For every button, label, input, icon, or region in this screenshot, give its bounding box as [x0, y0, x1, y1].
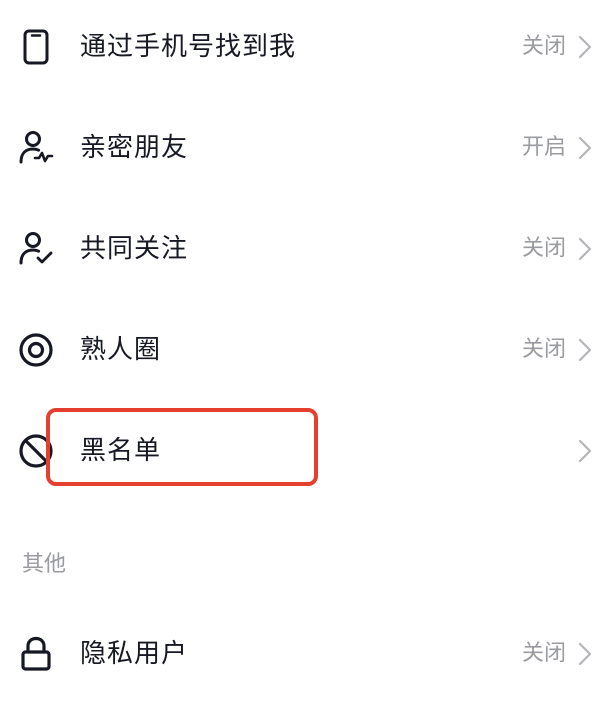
- row-status-value: 关闭: [521, 337, 566, 362]
- phone-icon: [18, 29, 54, 65]
- row-label: 黑名单: [80, 436, 162, 466]
- block-icon: [18, 433, 54, 469]
- chevron-right-icon: [574, 337, 596, 363]
- chevron-right-icon: [574, 438, 596, 464]
- settings-row-find-by-phone[interactable]: 通过手机号找到我 关闭: [0, 0, 606, 97]
- settings-row-private-user[interactable]: 隐私用户 关闭: [0, 604, 606, 704]
- chevron-right-icon: [574, 34, 596, 60]
- chevron-right-icon: [574, 641, 596, 667]
- row-label: 通过手机号找到我: [80, 32, 297, 62]
- row-status-value: 关闭: [521, 34, 566, 59]
- chevron-right-icon: [574, 236, 596, 262]
- close-friend-icon: [18, 130, 54, 166]
- settings-row-close-friends[interactable]: 亲密朋友 开启: [0, 98, 606, 198]
- row-label: 熟人圈: [80, 335, 162, 365]
- settings-row-mutual-follow[interactable]: 共同关注 关闭: [0, 199, 606, 299]
- row-label: 亲密朋友: [80, 133, 189, 163]
- row-status-value: 开启: [521, 135, 566, 160]
- settings-row-acquaintance-circle[interactable]: 熟人圈 关闭: [0, 300, 606, 400]
- lock-icon: [18, 636, 54, 672]
- row-status-value: 关闭: [521, 236, 566, 261]
- row-status-value: 关闭: [521, 641, 566, 666]
- row-label: 共同关注: [80, 234, 189, 264]
- settings-row-blocklist[interactable]: 黑名单: [0, 401, 606, 501]
- mutual-follow-icon: [18, 231, 54, 267]
- section-header-other: 其他: [22, 552, 67, 577]
- row-label: 隐私用户: [80, 639, 189, 669]
- circle-icon: [18, 332, 54, 368]
- chevron-right-icon: [574, 135, 596, 161]
